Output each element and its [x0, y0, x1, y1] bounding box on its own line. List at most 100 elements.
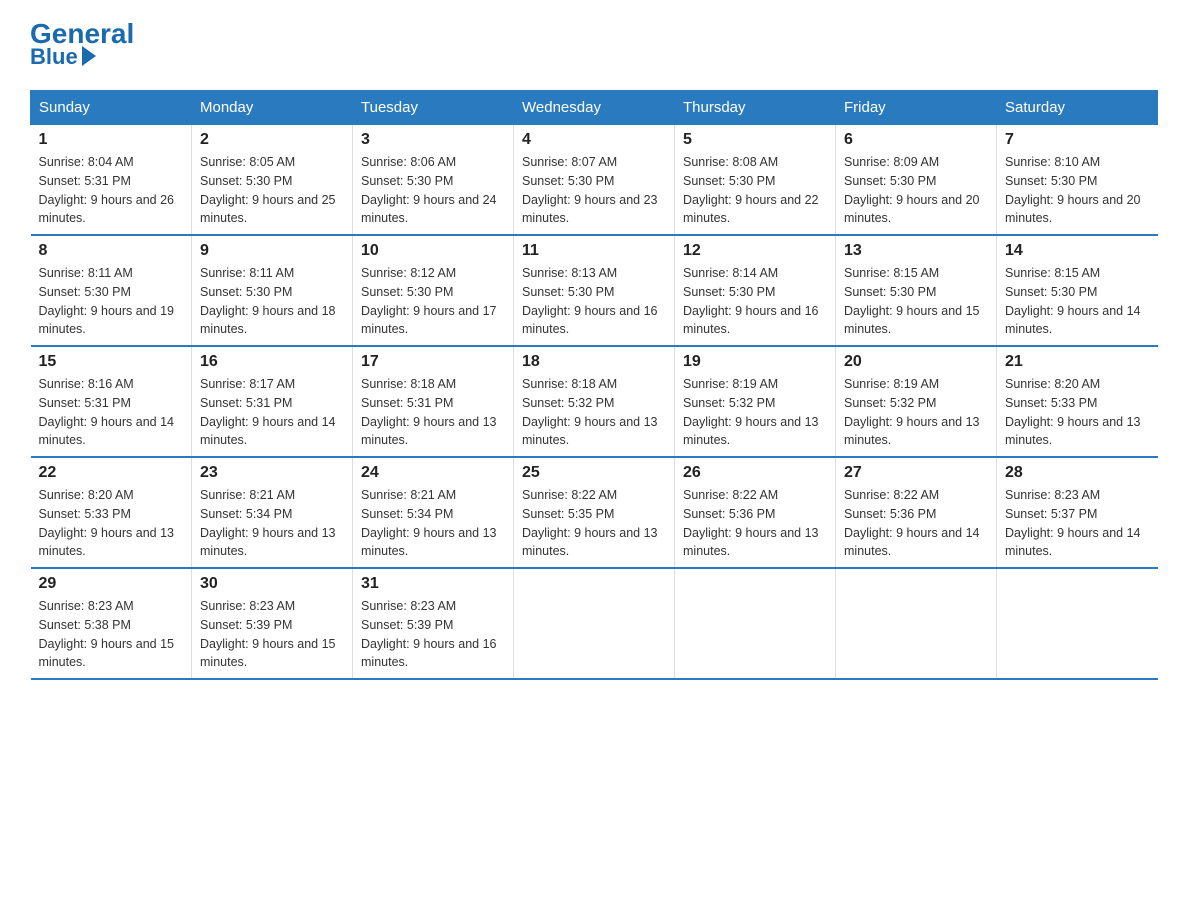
table-row: 14 Sunrise: 8:15 AMSunset: 5:30 PMDaylig…: [997, 235, 1158, 346]
day-info: Sunrise: 8:22 AMSunset: 5:35 PMDaylight:…: [522, 486, 666, 561]
col-wednesday: Wednesday: [514, 91, 675, 125]
table-row: 25 Sunrise: 8:22 AMSunset: 5:35 PMDaylig…: [514, 457, 675, 568]
table-row: 10 Sunrise: 8:12 AMSunset: 5:30 PMDaylig…: [353, 235, 514, 346]
day-number: 16: [200, 353, 344, 371]
table-row: [514, 568, 675, 679]
day-number: 14: [1005, 242, 1150, 260]
day-info: Sunrise: 8:22 AMSunset: 5:36 PMDaylight:…: [683, 486, 827, 561]
day-number: 15: [39, 353, 184, 371]
table-row: 24 Sunrise: 8:21 AMSunset: 5:34 PMDaylig…: [353, 457, 514, 568]
day-number: 27: [844, 464, 988, 482]
day-number: 9: [200, 242, 344, 260]
day-info: Sunrise: 8:18 AMSunset: 5:32 PMDaylight:…: [522, 375, 666, 450]
table-row: [836, 568, 997, 679]
day-info: Sunrise: 8:09 AMSunset: 5:30 PMDaylight:…: [844, 153, 988, 228]
day-info: Sunrise: 8:23 AMSunset: 5:37 PMDaylight:…: [1005, 486, 1150, 561]
day-number: 20: [844, 353, 988, 371]
day-number: 13: [844, 242, 988, 260]
table-row: 4 Sunrise: 8:07 AMSunset: 5:30 PMDayligh…: [514, 125, 675, 236]
day-info: Sunrise: 8:18 AMSunset: 5:31 PMDaylight:…: [361, 375, 505, 450]
day-number: 7: [1005, 131, 1150, 149]
col-tuesday: Tuesday: [353, 91, 514, 125]
day-number: 5: [683, 131, 827, 149]
table-row: 19 Sunrise: 8:19 AMSunset: 5:32 PMDaylig…: [675, 346, 836, 457]
page-header: General Blue: [30, 20, 1158, 70]
day-number: 19: [683, 353, 827, 371]
day-info: Sunrise: 8:15 AMSunset: 5:30 PMDaylight:…: [1005, 264, 1150, 339]
table-row: 12 Sunrise: 8:14 AMSunset: 5:30 PMDaylig…: [675, 235, 836, 346]
day-number: 11: [522, 242, 666, 260]
day-info: Sunrise: 8:07 AMSunset: 5:30 PMDaylight:…: [522, 153, 666, 228]
day-info: Sunrise: 8:19 AMSunset: 5:32 PMDaylight:…: [683, 375, 827, 450]
col-sunday: Sunday: [31, 91, 192, 125]
day-info: Sunrise: 8:13 AMSunset: 5:30 PMDaylight:…: [522, 264, 666, 339]
day-number: 30: [200, 575, 344, 593]
day-info: Sunrise: 8:04 AMSunset: 5:31 PMDaylight:…: [39, 153, 184, 228]
day-number: 31: [361, 575, 505, 593]
day-info: Sunrise: 8:15 AMSunset: 5:30 PMDaylight:…: [844, 264, 988, 339]
table-row: [675, 568, 836, 679]
table-row: 5 Sunrise: 8:08 AMSunset: 5:30 PMDayligh…: [675, 125, 836, 236]
day-number: 28: [1005, 464, 1150, 482]
table-row: 20 Sunrise: 8:19 AMSunset: 5:32 PMDaylig…: [836, 346, 997, 457]
table-row: 15 Sunrise: 8:16 AMSunset: 5:31 PMDaylig…: [31, 346, 192, 457]
day-number: 21: [1005, 353, 1150, 371]
table-row: 31 Sunrise: 8:23 AMSunset: 5:39 PMDaylig…: [353, 568, 514, 679]
day-info: Sunrise: 8:23 AMSunset: 5:39 PMDaylight:…: [361, 597, 505, 672]
day-info: Sunrise: 8:10 AMSunset: 5:30 PMDaylight:…: [1005, 153, 1150, 228]
day-info: Sunrise: 8:23 AMSunset: 5:38 PMDaylight:…: [39, 597, 184, 672]
logo-arrow-icon: [82, 46, 96, 66]
table-row: 13 Sunrise: 8:15 AMSunset: 5:30 PMDaylig…: [836, 235, 997, 346]
table-row: [997, 568, 1158, 679]
day-info: Sunrise: 8:12 AMSunset: 5:30 PMDaylight:…: [361, 264, 505, 339]
table-row: 11 Sunrise: 8:13 AMSunset: 5:30 PMDaylig…: [514, 235, 675, 346]
table-row: 29 Sunrise: 8:23 AMSunset: 5:38 PMDaylig…: [31, 568, 192, 679]
table-row: 6 Sunrise: 8:09 AMSunset: 5:30 PMDayligh…: [836, 125, 997, 236]
table-row: 30 Sunrise: 8:23 AMSunset: 5:39 PMDaylig…: [192, 568, 353, 679]
day-info: Sunrise: 8:19 AMSunset: 5:32 PMDaylight:…: [844, 375, 988, 450]
day-number: 23: [200, 464, 344, 482]
table-row: 8 Sunrise: 8:11 AMSunset: 5:30 PMDayligh…: [31, 235, 192, 346]
logo: General Blue: [30, 20, 134, 70]
day-number: 1: [39, 131, 184, 149]
table-row: 3 Sunrise: 8:06 AMSunset: 5:30 PMDayligh…: [353, 125, 514, 236]
day-number: 18: [522, 353, 666, 371]
day-info: Sunrise: 8:11 AMSunset: 5:30 PMDaylight:…: [39, 264, 184, 339]
table-row: 28 Sunrise: 8:23 AMSunset: 5:37 PMDaylig…: [997, 457, 1158, 568]
day-number: 8: [39, 242, 184, 260]
calendar-week-row: 15 Sunrise: 8:16 AMSunset: 5:31 PMDaylig…: [31, 346, 1158, 457]
day-number: 22: [39, 464, 184, 482]
day-number: 25: [522, 464, 666, 482]
table-row: 27 Sunrise: 8:22 AMSunset: 5:36 PMDaylig…: [836, 457, 997, 568]
table-row: 18 Sunrise: 8:18 AMSunset: 5:32 PMDaylig…: [514, 346, 675, 457]
day-info: Sunrise: 8:22 AMSunset: 5:36 PMDaylight:…: [844, 486, 988, 561]
day-number: 10: [361, 242, 505, 260]
day-info: Sunrise: 8:17 AMSunset: 5:31 PMDaylight:…: [200, 375, 344, 450]
day-number: 4: [522, 131, 666, 149]
day-number: 29: [39, 575, 184, 593]
day-info: Sunrise: 8:20 AMSunset: 5:33 PMDaylight:…: [1005, 375, 1150, 450]
col-thursday: Thursday: [675, 91, 836, 125]
table-row: 26 Sunrise: 8:22 AMSunset: 5:36 PMDaylig…: [675, 457, 836, 568]
day-number: 17: [361, 353, 505, 371]
table-row: 22 Sunrise: 8:20 AMSunset: 5:33 PMDaylig…: [31, 457, 192, 568]
day-info: Sunrise: 8:23 AMSunset: 5:39 PMDaylight:…: [200, 597, 344, 672]
table-row: 9 Sunrise: 8:11 AMSunset: 5:30 PMDayligh…: [192, 235, 353, 346]
table-row: 1 Sunrise: 8:04 AMSunset: 5:31 PMDayligh…: [31, 125, 192, 236]
day-number: 12: [683, 242, 827, 260]
day-number: 3: [361, 131, 505, 149]
logo-blue-text: Blue: [30, 44, 96, 70]
table-row: 23 Sunrise: 8:21 AMSunset: 5:34 PMDaylig…: [192, 457, 353, 568]
table-row: 16 Sunrise: 8:17 AMSunset: 5:31 PMDaylig…: [192, 346, 353, 457]
col-saturday: Saturday: [997, 91, 1158, 125]
day-number: 26: [683, 464, 827, 482]
calendar-table: Sunday Monday Tuesday Wednesday Thursday…: [30, 90, 1158, 680]
day-info: Sunrise: 8:11 AMSunset: 5:30 PMDaylight:…: [200, 264, 344, 339]
day-number: 2: [200, 131, 344, 149]
day-info: Sunrise: 8:20 AMSunset: 5:33 PMDaylight:…: [39, 486, 184, 561]
calendar-week-row: 29 Sunrise: 8:23 AMSunset: 5:38 PMDaylig…: [31, 568, 1158, 679]
table-row: 21 Sunrise: 8:20 AMSunset: 5:33 PMDaylig…: [997, 346, 1158, 457]
day-number: 24: [361, 464, 505, 482]
day-info: Sunrise: 8:16 AMSunset: 5:31 PMDaylight:…: [39, 375, 184, 450]
day-number: 6: [844, 131, 988, 149]
